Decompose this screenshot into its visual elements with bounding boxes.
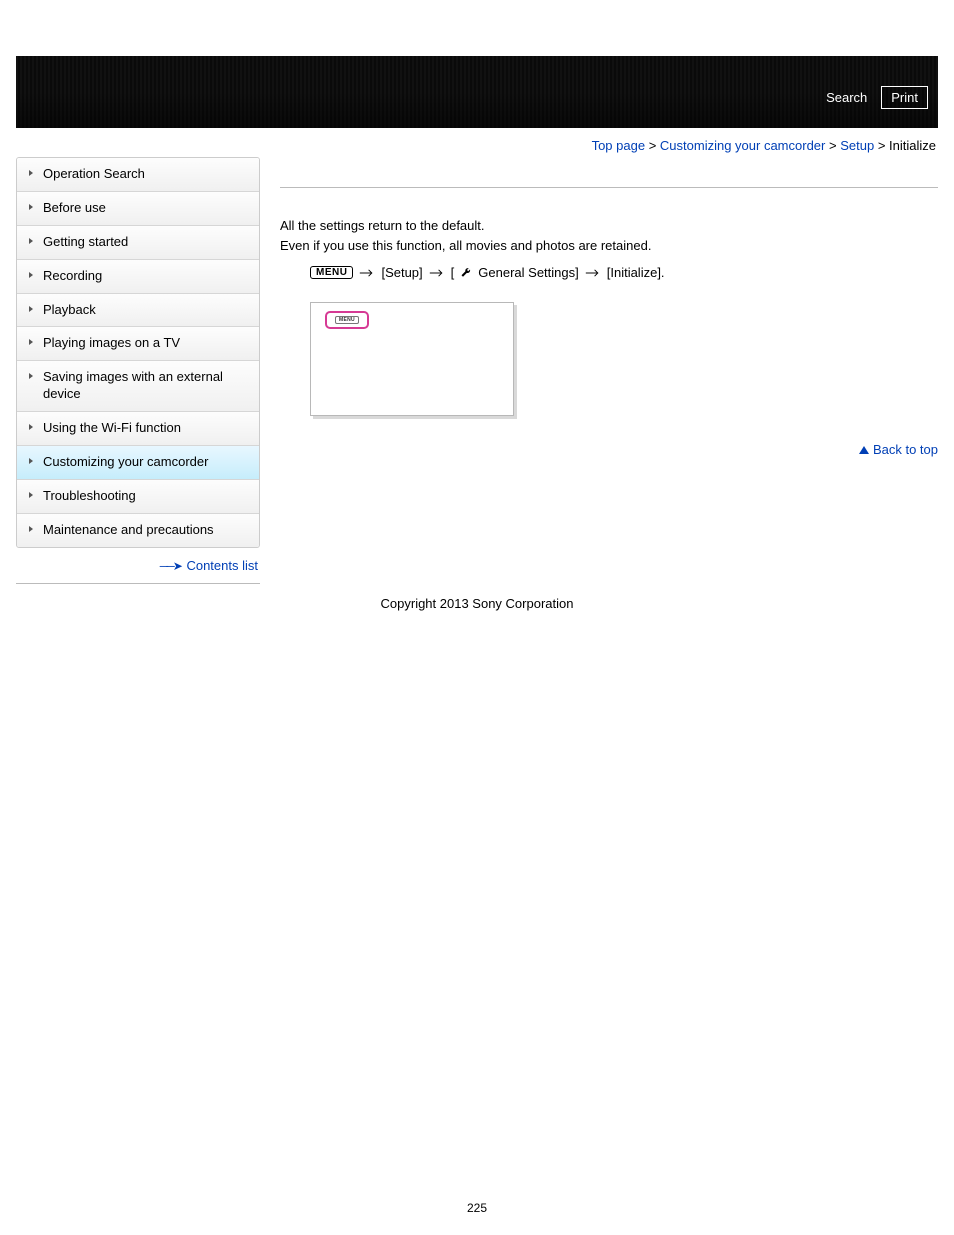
sidebar-item-label: Troubleshooting bbox=[43, 488, 136, 503]
sidebar-item-label: Playing images on a TV bbox=[43, 335, 180, 350]
sidebar-item-label: Recording bbox=[43, 268, 102, 283]
sidebar-item-customizing[interactable]: Customizing your camcorder bbox=[17, 446, 259, 480]
page-number: 225 bbox=[0, 1201, 954, 1215]
content-line-2: Even if you use this function, all movie… bbox=[280, 236, 938, 256]
sidebar-item-label: Maintenance and precautions bbox=[43, 522, 214, 537]
sidebar-item-saving-external[interactable]: Saving images with an external device bbox=[17, 361, 259, 412]
arrow-right-icon bbox=[429, 268, 445, 278]
breadcrumb-top-page[interactable]: Top page bbox=[592, 138, 646, 153]
sidebar-item-label: Getting started bbox=[43, 234, 128, 249]
wrench-icon bbox=[460, 267, 472, 279]
breadcrumb-sep: > bbox=[878, 138, 886, 153]
sidebar-item-playing-on-tv[interactable]: Playing images on a TV bbox=[17, 327, 259, 361]
nav-list: Operation Search Before use Getting star… bbox=[16, 157, 260, 548]
title-rule bbox=[280, 187, 938, 188]
content-line-1: All the settings return to the default. bbox=[280, 216, 938, 236]
highlight-box: MENU bbox=[325, 311, 369, 329]
main-content: All the settings return to the default. … bbox=[280, 157, 938, 457]
breadcrumb-setup[interactable]: Setup bbox=[840, 138, 874, 153]
sidebar-item-maintenance[interactable]: Maintenance and precautions bbox=[17, 514, 259, 547]
sidebar-item-before-use[interactable]: Before use bbox=[17, 192, 259, 226]
arrow-right-icon bbox=[359, 268, 375, 278]
header-band: Search Print bbox=[16, 56, 938, 128]
sidebar-item-label: Customizing your camcorder bbox=[43, 454, 208, 469]
search-link[interactable]: Search bbox=[826, 90, 867, 105]
arrow-right-icon: ──➤ bbox=[160, 559, 181, 573]
sidebar-item-label: Before use bbox=[43, 200, 106, 215]
print-button[interactable]: Print bbox=[881, 86, 928, 109]
sidebar-item-wifi[interactable]: Using the Wi-Fi function bbox=[17, 412, 259, 446]
menu-badge-icon: MENU bbox=[310, 266, 353, 279]
breadcrumb: Top page > Customizing your camcorder > … bbox=[0, 128, 954, 157]
copyright-text: Copyright 2013 Sony Corporation bbox=[0, 596, 954, 611]
sidebar-item-label: Operation Search bbox=[43, 166, 145, 181]
arrow-right-icon bbox=[585, 268, 601, 278]
sidebar-item-troubleshooting[interactable]: Troubleshooting bbox=[17, 480, 259, 514]
breadcrumb-sep: > bbox=[829, 138, 837, 153]
breadcrumb-customizing[interactable]: Customizing your camcorder bbox=[660, 138, 825, 153]
triangle-up-icon bbox=[859, 446, 869, 454]
breadcrumb-sep: > bbox=[649, 138, 657, 153]
path-general-bracket: [ bbox=[451, 265, 455, 280]
path-setup: [Setup] bbox=[381, 265, 422, 280]
mini-menu-badge-icon: MENU bbox=[335, 316, 359, 324]
back-to-top-link[interactable]: Back to top bbox=[873, 442, 938, 457]
screen-illustration: MENU bbox=[310, 302, 514, 416]
path-general: General Settings] bbox=[478, 265, 578, 280]
sidebar-item-label: Saving images with an external device bbox=[43, 369, 223, 401]
breadcrumb-current: Initialize bbox=[889, 138, 936, 153]
path-initialize: [Initialize]. bbox=[607, 265, 665, 280]
sidebar-item-recording[interactable]: Recording bbox=[17, 260, 259, 294]
sidebar: Operation Search Before use Getting star… bbox=[16, 157, 260, 584]
sidebar-item-operation-search[interactable]: Operation Search bbox=[17, 158, 259, 192]
sidebar-item-getting-started[interactable]: Getting started bbox=[17, 226, 259, 260]
contents-list-link[interactable]: Contents list bbox=[186, 558, 258, 573]
sidebar-item-playback[interactable]: Playback bbox=[17, 294, 259, 328]
menu-path: MENU [Setup] [ General Settings] [Initia… bbox=[280, 265, 938, 280]
sidebar-item-label: Playback bbox=[43, 302, 96, 317]
sidebar-item-label: Using the Wi-Fi function bbox=[43, 420, 181, 435]
